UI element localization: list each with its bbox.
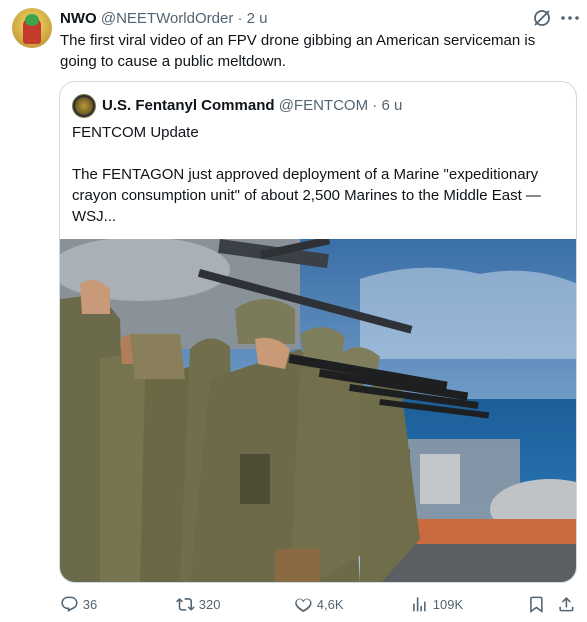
grok-icon[interactable]	[530, 6, 554, 30]
more-icon[interactable]	[558, 6, 582, 30]
tweet: NWO @NEETWorldOrder · 2 u The first vira…	[0, 0, 587, 622]
avatar[interactable]	[12, 8, 52, 48]
views-button[interactable]: 109K	[410, 590, 463, 618]
quoted-display-name[interactable]: U.S. Fentanyl Command	[102, 97, 275, 114]
bookmark-icon	[530, 596, 543, 613]
quoted-avatar[interactable]	[72, 94, 96, 118]
like-button[interactable]: 4,6K	[294, 590, 344, 618]
separator-dot: ·	[237, 10, 243, 27]
share-button[interactable]	[557, 590, 576, 618]
avatar-head	[25, 14, 39, 26]
repost-icon	[176, 597, 195, 611]
display-name[interactable]: NWO	[60, 10, 97, 27]
reply-icon	[61, 596, 78, 612]
quoted-tweet[interactable]: U.S. Fentanyl Command @FENTCOM · 6 u FEN…	[59, 81, 577, 583]
reply-count: 36	[82, 596, 98, 612]
repost-count: 320	[198, 596, 221, 612]
quoted-timestamp[interactable]: 6 u	[381, 97, 402, 114]
user-handle[interactable]: @NEETWorldOrder	[101, 10, 233, 27]
view-count: 109K	[432, 596, 464, 612]
quoted-header: U.S. Fentanyl Command @FENTCOM · 6 u	[102, 96, 402, 116]
share-icon	[559, 596, 574, 612]
bookmark-button[interactable]	[527, 590, 546, 618]
timestamp[interactable]: 2 u	[247, 10, 268, 27]
tweet-header: NWO @NEETWorldOrder · 2 u	[60, 9, 268, 29]
like-icon	[295, 598, 312, 612]
quoted-media-image[interactable]	[60, 239, 576, 582]
like-count: 4,6K	[316, 596, 344, 612]
quoted-separator-dot: ·	[372, 97, 378, 114]
quoted-text: FENTCOM Update The FENTAGON just approve…	[72, 124, 541, 225]
quoted-handle[interactable]: @FENTCOM	[279, 97, 368, 114]
action-bar: 36 320 4,6K 109K	[0, 590, 587, 618]
tweet-text: The first viral video of an FPV drone gi…	[60, 32, 536, 70]
repost-button[interactable]: 320	[176, 590, 220, 618]
reply-button[interactable]: 36	[60, 590, 97, 618]
views-icon	[413, 596, 426, 612]
